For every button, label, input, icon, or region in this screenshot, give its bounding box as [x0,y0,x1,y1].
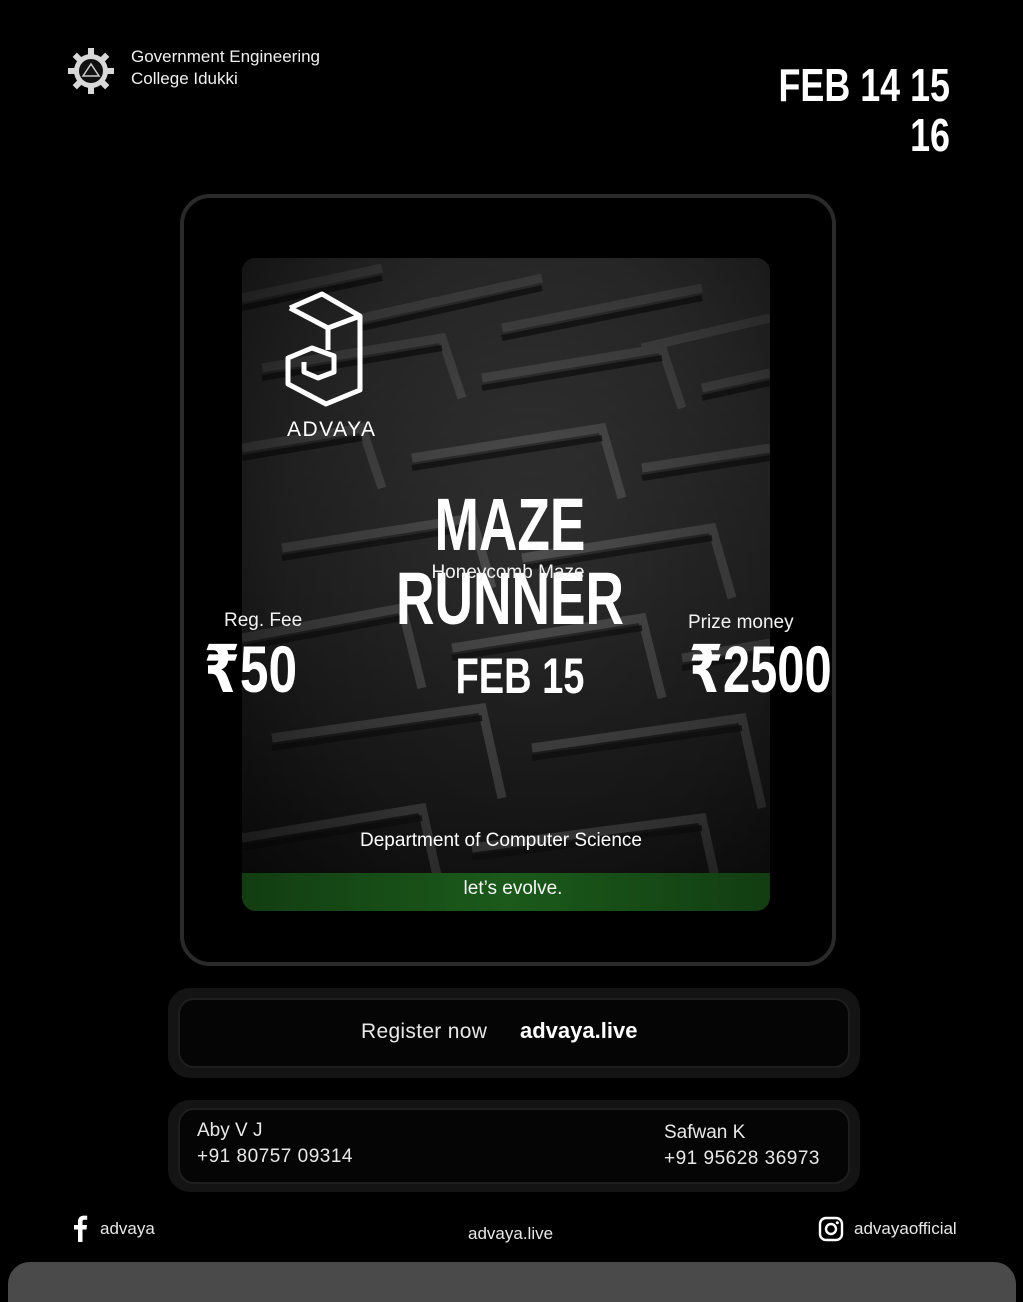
registration-fee-label: Reg. Fee [224,610,303,631]
facebook-icon[interactable] [72,1214,88,1242]
event-subtitle: Honeycomb Maze [431,562,585,583]
register-panel-inner [178,998,850,1068]
register-link[interactable]: advaya.live [520,1018,637,1044]
college-gear-logo-icon [68,48,114,94]
advaya-logo-icon [285,291,363,407]
contact-2-name: Safwan K [664,1122,746,1143]
brand-wordmark: ADVAYA [287,418,377,441]
event-date: FEB 15 [455,648,585,704]
registration-fee-value: ₹50 [204,632,298,706]
college-name-line2: College Idukki [131,69,238,88]
department-name: Department of Computer Science [360,830,642,851]
college-name: Government Engineering College Idukki [131,46,320,90]
contact-1-phone[interactable]: +91 80757 09314 [197,1146,353,1168]
prize-money-label: Prize money [688,612,794,633]
prize-money-value: ₹2500 [689,632,832,706]
contact-1-name: Aby V J [197,1120,263,1141]
college-name-line1: Government Engineering [131,47,321,66]
bottom-sheet-bar [8,1262,1016,1302]
footer-website[interactable]: advaya.live [468,1224,553,1244]
instagram-icon[interactable] [818,1216,844,1242]
register-now-text: Register now [361,1020,488,1043]
facebook-handle[interactable]: advaya [100,1219,155,1239]
festival-dates: FEB 14 15 16 [778,59,950,161]
contact-2-phone[interactable]: +91 95628 36973 [664,1148,820,1170]
instagram-handle[interactable]: advayaofficial [854,1219,957,1239]
tagline: let’s evolve. [463,878,563,899]
